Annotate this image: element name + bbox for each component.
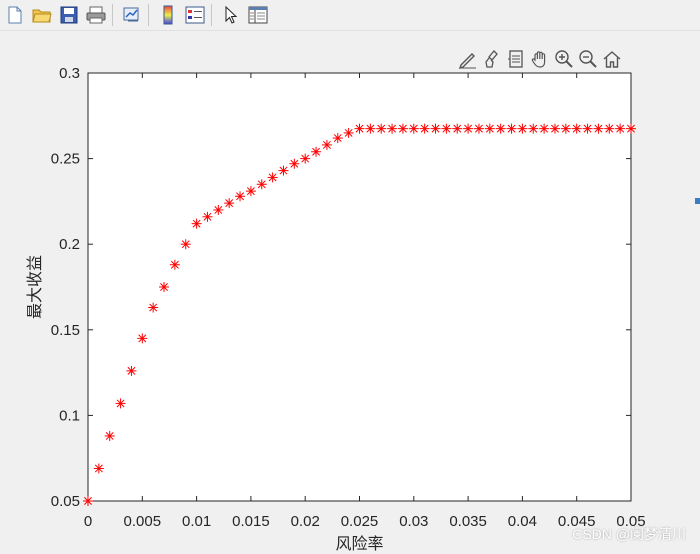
y-tick-label: 0.2	[59, 236, 80, 253]
data-point	[180, 239, 191, 250]
data-point	[289, 158, 300, 169]
x-tick-label: 0.03	[399, 513, 428, 530]
data-point	[484, 123, 495, 134]
data-point	[137, 333, 148, 344]
data-point	[343, 127, 354, 138]
data-point	[539, 123, 550, 134]
data-point	[115, 398, 126, 409]
data-point	[615, 123, 626, 134]
select-arrow-icon[interactable]	[219, 3, 243, 27]
y-tick-label: 0.15	[51, 322, 80, 339]
axes-toolbar	[456, 47, 624, 71]
data-point	[495, 123, 506, 134]
x-tick-label: 0	[84, 513, 92, 530]
x-tick-label: 0.01	[182, 513, 211, 530]
data-point	[311, 146, 322, 157]
data-point	[202, 211, 213, 222]
data-point	[354, 123, 365, 134]
data-point	[463, 123, 474, 134]
x-tick-label: 0.035	[449, 513, 487, 530]
colorbar-icon[interactable]	[156, 3, 180, 27]
pan-hand-icon[interactable]	[528, 47, 552, 71]
data-point	[93, 463, 104, 474]
data-point	[441, 123, 452, 134]
data-point	[376, 123, 387, 134]
data-point	[256, 179, 267, 190]
data-point	[397, 123, 408, 134]
data-tips-icon[interactable]	[504, 47, 528, 71]
data-point	[126, 365, 137, 376]
x-tick-label: 0.025	[341, 513, 379, 530]
toolbar-separator	[112, 4, 113, 26]
property-editor-icon[interactable]	[246, 3, 270, 27]
data-point	[387, 123, 398, 134]
y-tick-label: 0.05	[51, 493, 80, 510]
new-figure-icon[interactable]	[3, 3, 27, 27]
watermark: CSDN @阑梦清川	[572, 526, 686, 542]
y-axis-label: 最大收益	[26, 255, 44, 319]
print-icon[interactable]	[84, 3, 108, 27]
data-point	[365, 123, 376, 134]
y-tick-label: 0.25	[51, 151, 80, 168]
data-point	[267, 172, 278, 183]
zoom-in-icon[interactable]	[552, 47, 576, 71]
data-point	[549, 123, 560, 134]
x-tick-label: 0.02	[291, 513, 320, 530]
open-file-icon[interactable]	[30, 3, 54, 27]
data-point	[321, 139, 332, 150]
data-point	[159, 282, 170, 292]
data-point	[245, 186, 256, 197]
data-point	[452, 123, 463, 134]
window-edge-marker	[695, 198, 700, 204]
edit-plot-icon[interactable]	[456, 47, 480, 71]
data-point	[560, 123, 571, 134]
home-icon[interactable]	[600, 47, 624, 71]
save-icon[interactable]	[57, 3, 81, 27]
data-point	[626, 123, 636, 134]
data-point	[235, 191, 246, 202]
data-point	[104, 430, 115, 441]
toolbar-separator	[211, 4, 212, 26]
data-point	[213, 204, 224, 215]
data-point	[517, 123, 528, 134]
x-tick-label: 0.005	[124, 513, 162, 530]
data-point	[300, 153, 311, 164]
data-point	[506, 123, 517, 134]
data-point	[582, 123, 593, 134]
link-plot-icon[interactable]	[120, 3, 144, 27]
data-point	[191, 218, 202, 229]
data-point	[473, 123, 484, 134]
data-point	[332, 133, 343, 144]
brush-icon[interactable]	[480, 47, 504, 71]
x-tick-label: 0.015	[232, 513, 270, 530]
data-point	[169, 259, 180, 270]
data-point	[430, 123, 441, 134]
data-point	[571, 123, 582, 134]
legend-icon[interactable]	[183, 3, 207, 27]
y-tick-label: 0.1	[59, 407, 80, 424]
data-point	[83, 496, 93, 506]
toolbar-separator	[148, 4, 149, 26]
data-point	[593, 123, 604, 134]
data-point	[224, 198, 235, 209]
data-point	[528, 123, 539, 134]
figure-toolbar	[0, 0, 700, 31]
zoom-out-icon[interactable]	[576, 47, 600, 71]
x-tick-label: 0.04	[508, 513, 537, 530]
scatter-chart: 0 0.005 0.01 0.015 0.02 0.025 0.03 0.035 0.04 0.0…	[26, 65, 646, 553]
data-point	[419, 123, 430, 134]
data-point	[408, 123, 419, 134]
data-point	[604, 123, 615, 134]
x-axis-label: 风险率	[335, 535, 383, 553]
y-tick-label: 0.3	[59, 65, 80, 82]
data-point	[278, 165, 289, 176]
plot-area	[87, 72, 632, 502]
data-point	[148, 302, 159, 313]
